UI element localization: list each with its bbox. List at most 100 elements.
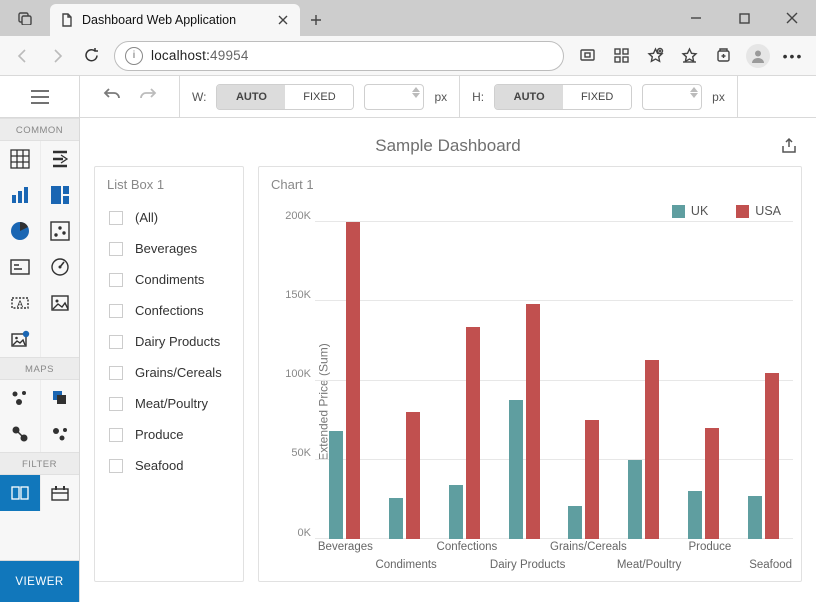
profile-avatar[interactable] bbox=[746, 44, 770, 68]
cast-icon[interactable] bbox=[570, 40, 604, 72]
legend-item[interactable]: UK bbox=[672, 204, 708, 218]
tab-actions-icon[interactable] bbox=[0, 0, 50, 36]
section-common: COMMON bbox=[0, 118, 79, 141]
height-input[interactable] bbox=[642, 84, 702, 110]
bar[interactable] bbox=[748, 496, 762, 539]
width-input[interactable] bbox=[364, 84, 424, 110]
bar[interactable] bbox=[705, 428, 719, 539]
x-tick-label: Condiments bbox=[375, 559, 436, 571]
geopoint-map-icon[interactable] bbox=[40, 380, 80, 416]
height-auto-button[interactable]: AUTO bbox=[495, 85, 563, 109]
favorites-add-icon[interactable] bbox=[638, 40, 672, 72]
bound-image-item-icon[interactable] bbox=[0, 321, 40, 357]
grid-item-icon[interactable] bbox=[0, 141, 40, 177]
svg-text:A: A bbox=[17, 299, 23, 309]
y-tick: 150K bbox=[285, 289, 311, 301]
x-tick-label: Seafood bbox=[749, 559, 792, 571]
textbox-item-icon[interactable]: A bbox=[0, 285, 40, 321]
checkbox[interactable] bbox=[109, 459, 123, 473]
bar-group bbox=[435, 222, 495, 539]
extensions-icon[interactable] bbox=[604, 40, 638, 72]
more-icon[interactable]: ••• bbox=[776, 40, 810, 72]
date-filter-icon[interactable] bbox=[40, 475, 80, 511]
pivot-item-icon[interactable] bbox=[40, 141, 80, 177]
bar[interactable] bbox=[346, 222, 360, 539]
list-item[interactable]: Grains/Cereals bbox=[95, 357, 243, 388]
checkbox[interactable] bbox=[109, 366, 123, 380]
list-item[interactable]: Dairy Products bbox=[95, 326, 243, 357]
collections-icon[interactable] bbox=[706, 40, 740, 72]
bar[interactable] bbox=[645, 360, 659, 539]
list-item[interactable]: Condiments bbox=[95, 264, 243, 295]
section-maps: MAPS bbox=[0, 357, 79, 380]
y-tick: 50K bbox=[291, 447, 311, 459]
bar[interactable] bbox=[389, 498, 403, 539]
list-item[interactable]: Meat/Poultry bbox=[95, 388, 243, 419]
list-item[interactable]: Produce bbox=[95, 419, 243, 450]
favorites-icon[interactable] bbox=[672, 40, 706, 72]
x-tick-label: Grains/Cereals bbox=[550, 541, 627, 553]
bubble-map-icon[interactable] bbox=[0, 416, 40, 452]
pie-item-icon[interactable] bbox=[0, 213, 40, 249]
bar[interactable] bbox=[406, 412, 420, 539]
redo-button[interactable] bbox=[139, 86, 157, 107]
card-item-icon[interactable] bbox=[0, 249, 40, 285]
scatter-item-icon[interactable] bbox=[40, 213, 80, 249]
undo-button[interactable] bbox=[103, 86, 121, 107]
checkbox[interactable] bbox=[109, 335, 123, 349]
image-item-icon[interactable] bbox=[40, 285, 80, 321]
bar-group bbox=[375, 222, 435, 539]
designer-toolbar: W: AUTO FIXED px H: AUTO FIXED px bbox=[0, 76, 816, 118]
back-button[interactable] bbox=[6, 40, 40, 72]
height-fixed-button[interactable]: FIXED bbox=[563, 85, 631, 109]
forward-button[interactable] bbox=[40, 40, 74, 72]
width-auto-button[interactable]: AUTO bbox=[217, 85, 285, 109]
width-fixed-button[interactable]: FIXED bbox=[285, 85, 353, 109]
list-item[interactable]: Seafood bbox=[95, 450, 243, 481]
close-window-button[interactable] bbox=[768, 0, 816, 36]
pie-map-icon[interactable] bbox=[40, 416, 80, 452]
list-item-label: Seafood bbox=[135, 458, 183, 473]
bar[interactable] bbox=[568, 506, 582, 539]
viewer-mode-button[interactable]: VIEWER bbox=[0, 560, 79, 602]
menu-toggle-button[interactable] bbox=[0, 76, 80, 117]
checkbox[interactable] bbox=[109, 428, 123, 442]
choropleth-map-icon[interactable] bbox=[0, 380, 40, 416]
export-icon[interactable] bbox=[780, 137, 798, 155]
chart-panel: Chart 1 UKUSA Extended Price (Sum) 0K50K… bbox=[258, 166, 802, 582]
bar[interactable] bbox=[329, 431, 343, 539]
checkbox[interactable] bbox=[109, 273, 123, 287]
list-item[interactable]: Confections bbox=[95, 295, 243, 326]
new-tab-button[interactable] bbox=[300, 4, 332, 36]
bar[interactable] bbox=[585, 420, 599, 539]
minimize-button[interactable] bbox=[672, 0, 720, 36]
checkbox[interactable] bbox=[109, 211, 123, 225]
bar[interactable] bbox=[526, 304, 540, 539]
legend-item[interactable]: USA bbox=[736, 204, 781, 218]
maximize-button[interactable] bbox=[720, 0, 768, 36]
chart-item-icon[interactable] bbox=[0, 177, 40, 213]
bar[interactable] bbox=[509, 400, 523, 539]
list-item[interactable]: Beverages bbox=[95, 233, 243, 264]
bar[interactable] bbox=[765, 373, 779, 539]
address-input[interactable]: i localhost:49954 bbox=[114, 41, 564, 71]
list-item[interactable]: (All) bbox=[95, 202, 243, 233]
bar[interactable] bbox=[466, 327, 480, 539]
url-text: localhost:49954 bbox=[151, 48, 249, 63]
checkbox[interactable] bbox=[109, 397, 123, 411]
bar[interactable] bbox=[449, 485, 463, 539]
range-filter-icon[interactable] bbox=[0, 475, 40, 511]
browser-tabbar: Dashboard Web Application bbox=[0, 0, 816, 36]
checkbox[interactable] bbox=[109, 242, 123, 256]
checkbox[interactable] bbox=[109, 304, 123, 318]
bar[interactable] bbox=[628, 460, 642, 539]
close-icon[interactable] bbox=[276, 13, 290, 27]
x-tick-label: Dairy Products bbox=[490, 559, 565, 571]
browser-tab[interactable]: Dashboard Web Application bbox=[50, 4, 300, 36]
reload-button[interactable] bbox=[74, 40, 108, 72]
gauge-item-icon[interactable] bbox=[40, 249, 80, 285]
bar[interactable] bbox=[688, 491, 702, 539]
treemap-item-icon[interactable] bbox=[40, 177, 80, 213]
listbox-items: (All)BeveragesCondimentsConfectionsDairy… bbox=[95, 198, 243, 489]
site-info-icon[interactable]: i bbox=[125, 47, 143, 65]
